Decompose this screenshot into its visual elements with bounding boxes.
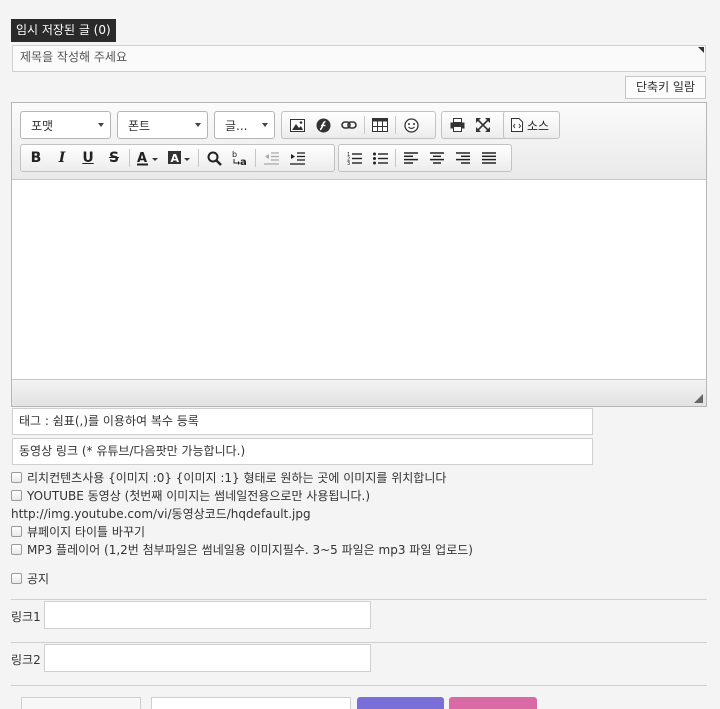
toolbar-separator [198,149,199,167]
divider [11,599,707,600]
strikethrough-icon[interactable]: S [101,146,127,170]
youtube-option[interactable]: YOUTUBE 동영상 (첫번째 이미지는 썸네일전용으로만 사용됩니다.) [11,487,370,503]
divider [11,685,707,686]
format-combo-label: 포맷 [31,118,54,133]
image-icon[interactable] [284,113,310,137]
toolbar-separator [129,149,130,167]
view-title-option[interactable]: 뷰페이지 타이틀 바꾸기 [11,523,145,539]
svg-text:a: a [240,157,247,167]
font-combo-label: 폰트 [128,118,151,133]
source-icon [511,118,523,132]
captcha-input[interactable] [151,697,351,709]
shortcut-list-button[interactable]: 단축키 일람 [625,76,706,99]
toolbar-separator [395,116,396,134]
link2-label: 링크2 [11,653,41,667]
notice-checkbox[interactable] [11,572,22,584]
font-size-combo[interactable]: 글... [214,111,275,139]
underline-icon[interactable]: U [75,146,101,170]
rich-content-checkbox[interactable] [11,471,22,483]
insert-toolbar-group [281,111,436,139]
youtube-label: YOUTUBE 동영상 (첫번째 이미지는 썸네일전용으로만 사용됩니다.) [27,488,371,503]
mp3-checkbox[interactable] [11,543,22,555]
tools-toolbar-group [441,111,509,139]
view-title-checkbox[interactable] [11,525,22,537]
italic-icon[interactable]: I [49,146,75,170]
link1-input[interactable] [44,601,371,629]
notice-label: 공지 [27,571,50,586]
replace-icon[interactable]: ba [227,146,253,170]
toolbar-separator [395,149,396,167]
svg-text:b: b [232,150,237,159]
flash-icon[interactable] [310,113,336,137]
mp3-label: MP3 플레이어 (1,2번 첨부파일은 썸네일용 이미지필수. 3~5 파일은… [27,542,473,557]
format-toolbar-group: B I U S A A ba [20,144,335,172]
mp3-option[interactable]: MP3 플레이어 (1,2번 첨부파일은 썸네일용 이미지필수. 3~5 파일은… [11,541,473,557]
font-size-combo-label: 글... [225,118,248,133]
toolbar-separator [364,116,365,134]
title-input[interactable]: 제목을 작성해 주세요 [12,45,706,72]
svg-text:A: A [171,152,180,165]
notice-option[interactable]: 공지 [11,570,49,586]
format-combo[interactable]: 포맷 [20,111,111,139]
toolbar-separator [255,149,256,167]
align-left-icon[interactable] [398,146,424,170]
paragraph-toolbar-group: 123 [338,144,512,172]
find-icon[interactable] [201,146,227,170]
background-color-icon[interactable]: A [164,146,196,170]
resize-corner-icon [698,47,704,53]
youtube-url-hint: http://img.youtube.com/vi/동영상코드/hqdefaul… [11,507,311,521]
file-select-box[interactable] [21,697,141,709]
justify-icon[interactable] [476,146,502,170]
indent-icon[interactable] [284,146,310,170]
chevron-down-icon [262,123,268,127]
source-label: 소스 [527,118,550,133]
rich-text-editor: 포맷 폰트 글... 소스 B I U S A A b a 1 2 3 [11,102,707,407]
rich-content-option[interactable]: 리치컨텐츠사용 {이미지 :0} {이미지 :1} 형태로 원하는 곳에 이미지… [11,469,446,485]
maximize-icon[interactable] [470,113,496,137]
outdent-icon[interactable] [258,146,284,170]
numbered-list-icon[interactable]: 123 [341,146,367,170]
divider [11,642,707,643]
link1-label: 링크1 [11,610,41,624]
link-icon[interactable] [336,113,362,137]
chevron-down-icon [98,123,104,127]
view-title-label: 뷰페이지 타이틀 바꾸기 [27,524,146,539]
align-right-icon[interactable] [450,146,476,170]
cancel-button[interactable] [449,697,537,709]
resize-handle-icon[interactable] [694,394,703,403]
svg-text:3: 3 [347,161,350,165]
bulleted-list-icon[interactable] [367,146,393,170]
table-icon[interactable] [367,113,393,137]
editor-toolbar: 포맷 폰트 글... 소스 B I U S A A b a 1 2 3 [12,103,706,180]
link2-input[interactable] [44,644,371,672]
rich-content-label: 리치컨텐츠사용 {이미지 :0} {이미지 :1} 형태로 원하는 곳에 이미지… [27,470,447,485]
text-color-icon[interactable]: A [132,146,164,170]
video-link-input[interactable]: 동영상 링크 (* 유튜브/다음팟만 가능합니다.) [12,438,593,465]
font-combo[interactable]: 폰트 [117,111,208,139]
emoticon-icon[interactable] [398,113,424,137]
editor-status-bar [12,380,706,406]
chevron-down-icon [195,123,201,127]
source-button[interactable]: 소스 [506,113,554,137]
tag-input[interactable]: 태그 : 쉼표(,)를 이용하여 복수 등록 [12,408,593,435]
source-toolbar-group: 소스 [503,111,560,139]
editor-content-area[interactable] [12,180,706,380]
submit-button[interactable] [357,697,444,709]
print-icon[interactable] [444,113,470,137]
youtube-checkbox[interactable] [11,489,22,501]
temp-saved-posts-tab[interactable]: 임시 저장된 글 (0) [11,19,116,42]
align-center-icon[interactable] [424,146,450,170]
bold-icon[interactable]: B [23,146,49,170]
title-placeholder: 제목을 작성해 주세요 [20,50,127,64]
